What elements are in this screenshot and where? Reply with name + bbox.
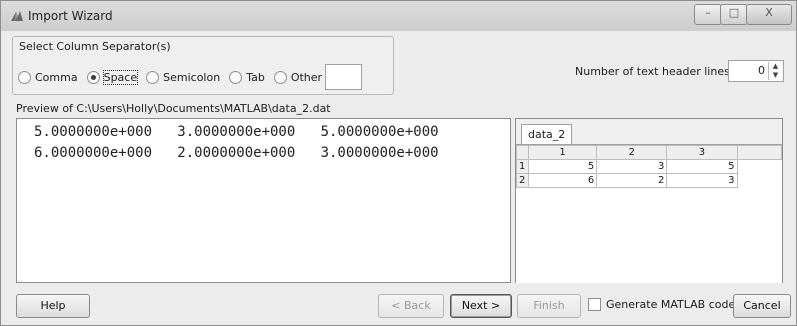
column-header-empty	[736, 145, 783, 160]
radio-comma-label: Comma	[35, 70, 78, 84]
header-lines-label: Number of text header lines:	[575, 65, 734, 78]
minimize-button[interactable]: –	[694, 4, 722, 25]
variable-grid[interactable]: 1 2 3 1 5 3 5 2 6 2 3	[516, 144, 783, 283]
window-title: Import Wizard	[28, 9, 113, 23]
radio-semicolon-label: Semicolon	[163, 70, 221, 84]
table-cell[interactable]: 2	[596, 173, 668, 188]
corner-cell	[516, 145, 529, 160]
table-cell[interactable]: 3	[596, 159, 668, 174]
table-cell-empty	[737, 174, 781, 188]
checkbox-box[interactable]	[588, 298, 601, 311]
help-button[interactable]: Help	[16, 294, 90, 318]
tab-data-2[interactable]: data_2	[521, 124, 573, 145]
separator-group: Select Column Separator(s) Comma Space S…	[12, 36, 394, 95]
back-button[interactable]: < Back	[378, 294, 444, 318]
data-table: 1 2 3 1 5 3 5 2 6 2 3	[516, 145, 783, 188]
radio-other[interactable]: Other	[273, 70, 323, 84]
table-header-row: 1 2 3	[516, 145, 783, 160]
column-header[interactable]: 1	[527, 145, 598, 160]
generate-code-label: Generate MATLAB code	[606, 298, 736, 311]
radio-tab[interactable]: Tab	[229, 70, 265, 84]
row-header[interactable]: 1	[516, 159, 529, 174]
close-button[interactable]: X	[746, 4, 792, 25]
separator-options: Comma Space Semicolon Tab Other	[18, 64, 363, 90]
table-cell[interactable]: 6	[527, 173, 598, 188]
import-wizard-window: Import Wizard – □ X Select Column Separa…	[0, 0, 797, 326]
table-cell-empty	[737, 160, 781, 174]
generate-code-checkbox[interactable]: Generate MATLAB code	[588, 298, 735, 311]
separator-group-label: Select Column Separator(s)	[19, 40, 171, 53]
radio-dot[interactable]	[229, 70, 243, 84]
cancel-button[interactable]: Cancel	[733, 294, 791, 318]
header-lines-value[interactable]: 0	[758, 64, 765, 77]
preview-row: 5.0000000e+000 3.0000000e+000 5.0000000e…	[34, 124, 439, 140]
radio-dot[interactable]	[146, 70, 160, 84]
radio-space[interactable]: Space	[86, 69, 139, 85]
column-header[interactable]: 2	[596, 145, 668, 160]
minimize-icon: –	[705, 6, 711, 19]
row-header[interactable]: 2	[516, 173, 529, 188]
variable-grid-panel: data_2 1 2 3 1 5 3 5 2 6 2 3	[515, 118, 783, 283]
table-row: 1 5 3 5	[516, 159, 782, 174]
radio-other-label: Other	[290, 70, 323, 84]
title-bar[interactable]: Import Wizard – □ X	[1, 1, 796, 31]
radio-dot[interactable]	[18, 70, 31, 84]
spinner-arrows-icon[interactable]: ▲ ▼	[768, 62, 782, 80]
radio-dot[interactable]	[86, 70, 100, 84]
radio-space-label: Space	[102, 69, 139, 85]
table-row: 2 6 2 3	[516, 173, 782, 188]
close-icon: X	[765, 6, 773, 19]
radio-tab-label: Tab	[246, 70, 265, 84]
table-cell[interactable]: 5	[527, 159, 598, 174]
radio-dot[interactable]	[273, 70, 287, 84]
preview-label: Preview of C:\Users\Holly\Documents\MATL…	[16, 102, 331, 115]
column-header[interactable]: 3	[666, 145, 738, 160]
preview-text-area[interactable]: 5.0000000e+000 3.0000000e+000 5.0000000e…	[16, 118, 511, 283]
maximize-icon: □	[728, 6, 740, 19]
header-lines-spinner[interactable]: 0 ▲ ▼	[728, 60, 784, 82]
table-cell[interactable]: 3	[666, 173, 738, 188]
maximize-button[interactable]: □	[720, 4, 748, 25]
other-separator-input[interactable]	[325, 64, 363, 90]
table-cell[interactable]: 5	[666, 159, 738, 174]
matlab-icon	[10, 9, 24, 26]
radio-semicolon[interactable]: Semicolon	[146, 70, 221, 84]
radio-comma[interactable]: Comma	[18, 70, 78, 84]
preview-row: 6.0000000e+000 2.0000000e+000 3.0000000e…	[34, 145, 439, 161]
next-button[interactable]: Next >	[450, 294, 512, 318]
finish-button[interactable]: Finish	[517, 294, 581, 318]
